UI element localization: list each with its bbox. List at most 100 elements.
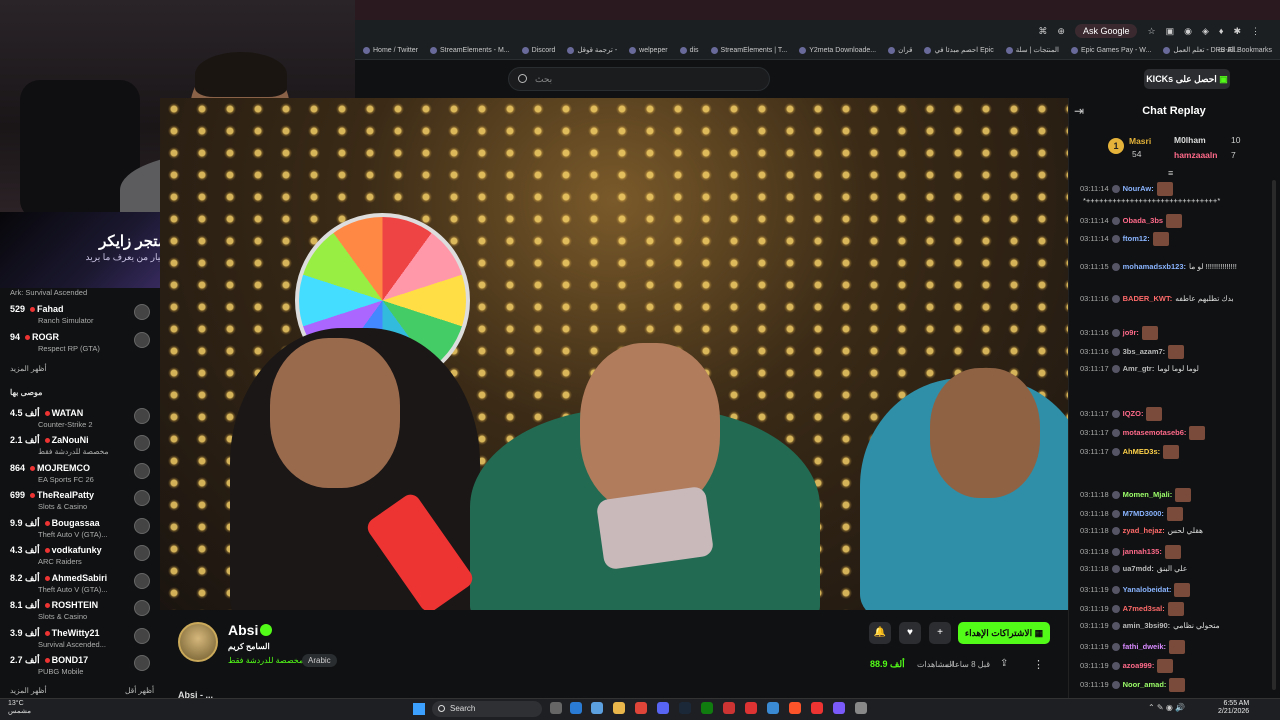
- bookmark-item[interactable]: welpeper: [629, 46, 668, 54]
- sidebar-channel[interactable]: 8.2 ألف AhmedSabiri Theft Auto V (GTA)...: [10, 571, 152, 601]
- puzzle-icon[interactable]: ✱: [1233, 26, 1241, 37]
- star-icon[interactable]: ☆: [1147, 26, 1155, 37]
- youtube-icon[interactable]: [811, 702, 823, 714]
- ask-google-button[interactable]: Ask Google: [1074, 24, 1138, 38]
- extension-icon[interactable]: ◉: [1184, 26, 1192, 37]
- bookmark-item[interactable]: المنتجات | سلة: [1005, 46, 1059, 54]
- chat-username[interactable]: jo9r:: [1123, 328, 1139, 337]
- share-icon[interactable]: ⇪: [1000, 658, 1008, 669]
- chat-username[interactable]: ftom12:: [1123, 234, 1150, 243]
- show-more-link[interactable]: أظهر المزيد: [10, 686, 47, 695]
- sidebar-channel[interactable]: 864 MOJREMCO EA Sports FC 26: [10, 461, 152, 491]
- chrome-icon[interactable]: [635, 702, 647, 714]
- language-badge[interactable]: Arabic: [302, 654, 337, 667]
- sidebar-channel[interactable]: 9.9 ألف Bougassaa Theft Auto V (GTA)...: [10, 516, 152, 546]
- app-icon[interactable]: [723, 702, 735, 714]
- bookmark-item[interactable]: ترجمة قوقل -: [567, 46, 617, 54]
- extension-icon[interactable]: ♦: [1219, 26, 1224, 36]
- more-options-icon[interactable]: ⋮: [1033, 658, 1044, 671]
- adobe-icon[interactable]: [745, 702, 757, 714]
- bookmark-item[interactable]: احصم مبدئا في Epic: [924, 46, 994, 54]
- bookmark-item[interactable]: Epic Games Pay - W...: [1070, 46, 1151, 54]
- show-less-link[interactable]: أظهر أقل: [125, 686, 154, 695]
- chat-scrollbar[interactable]: [1272, 180, 1276, 690]
- all-bookmarks-button[interactable]: ▭ All Bookmarks: [1218, 46, 1272, 55]
- plus-icon[interactable]: +: [929, 622, 951, 644]
- expand-leaderboard-icon[interactable]: ≡: [1168, 168, 1173, 178]
- copilot-icon[interactable]: [591, 702, 603, 714]
- xbox-icon[interactable]: [701, 702, 713, 714]
- sidebar-channel[interactable]: 3.9 ألف TheWitty21 Survival Ascended...: [10, 626, 152, 656]
- task-view-icon[interactable]: [550, 702, 562, 714]
- taskbar-search[interactable]: Search: [432, 701, 542, 717]
- sidebar-channel[interactable]: 2.7 ألف BOND17 PUBG Mobile: [10, 653, 152, 683]
- show-more-link[interactable]: أظهر المزيد: [10, 364, 47, 373]
- chat-username[interactable]: 3bs_azam7:: [1123, 347, 1166, 356]
- chat-username[interactable]: motasemotaseb6:: [1123, 428, 1187, 437]
- chat-username[interactable]: jannah135:: [1123, 547, 1162, 556]
- chat-username[interactable]: amin_3bsi90:: [1123, 621, 1171, 630]
- leader-name[interactable]: M0lham: [1174, 135, 1206, 145]
- translate-icon[interactable]: ⌘: [1038, 26, 1047, 37]
- sidebar-channel[interactable]: 4.5 ألف WATAN Counter-Strike 2: [10, 406, 152, 436]
- chat-username[interactable]: azoa999:: [1123, 661, 1155, 670]
- leader-name[interactable]: hamzaaaln: [1174, 150, 1217, 160]
- chat-username[interactable]: A7med3sal:: [1123, 604, 1165, 613]
- chat-username[interactable]: M7MD3000:: [1123, 509, 1164, 518]
- taskbar-clock[interactable]: 6:55 AM 2/21/2026: [1218, 700, 1249, 716]
- search-input[interactable]: بحث: [508, 67, 770, 91]
- bell-icon[interactable]: 🔔: [869, 622, 891, 644]
- video-player[interactable]: [160, 98, 1068, 610]
- app-icon[interactable]: [833, 702, 845, 714]
- bookmark-item[interactable]: StreamElements - M...: [430, 46, 510, 54]
- chat-username[interactable]: IQZO:: [1123, 409, 1144, 418]
- stream-category[interactable]: مخصصة للدردشة فقط: [228, 656, 303, 665]
- sidebar-channel[interactable]: 94 ROGR Respect RP (GTA): [10, 330, 152, 360]
- chat-username[interactable]: Momen_Mjali:: [1123, 490, 1173, 499]
- chat-username[interactable]: mohamadsxb123:: [1123, 262, 1186, 271]
- heart-icon[interactable]: ♥: [899, 622, 921, 644]
- bookmark-item[interactable]: dis: [679, 46, 699, 54]
- explorer-icon[interactable]: [613, 702, 625, 714]
- edge-icon[interactable]: [570, 702, 582, 714]
- menu-icon[interactable]: ⋮: [1251, 26, 1260, 37]
- channel-name[interactable]: Absi: [228, 622, 258, 638]
- chat-username[interactable]: Amr_gtr:: [1123, 364, 1155, 373]
- chat-username[interactable]: Obada_3bs: [1123, 216, 1163, 225]
- windows-start-icon[interactable]: [413, 703, 425, 715]
- bookmark-icon: [679, 46, 687, 54]
- sidebar-channel[interactable]: 2.1 ألف ZaNouNi مخصصة للدردشة فقط: [10, 433, 152, 463]
- discord-icon[interactable]: [657, 702, 669, 714]
- chat-username[interactable]: ua7mdd:: [1123, 564, 1154, 573]
- zoom-icon[interactable]: ⊕: [1057, 26, 1065, 37]
- chat-username[interactable]: AhMED3s:: [1123, 447, 1161, 456]
- sidebar-channel[interactable]: 8.1 ألف ROSHTEIN Slots & Casino: [10, 598, 152, 628]
- chat-username[interactable]: NourAw:: [1123, 184, 1154, 193]
- system-tray[interactable]: ⌃ ✎ ◉ 🔊: [1148, 703, 1185, 712]
- chat-username[interactable]: Noor_amad:: [1123, 680, 1167, 689]
- chat-username[interactable]: fathi_dweik:: [1123, 642, 1166, 651]
- channel-avatar[interactable]: [178, 622, 218, 662]
- app-icon[interactable]: [767, 702, 779, 714]
- steam-icon[interactable]: [679, 702, 691, 714]
- chat-username[interactable]: zyad_hejaz:: [1123, 526, 1165, 535]
- chat-username[interactable]: BADER_KWT:: [1123, 294, 1173, 303]
- bookmark-item[interactable]: Y2meta Downloade...: [799, 46, 876, 54]
- sidebar-channel[interactable]: 529 Fahad Ranch Simulator: [10, 302, 152, 332]
- sidebar-channel[interactable]: 699 TheRealPatty Slots & Casino: [10, 488, 152, 518]
- bookmark-item[interactable]: StreamElements | T...: [710, 46, 787, 54]
- sidebar-channel[interactable]: 4.3 ألف vodkafunky ARC Raiders: [10, 543, 152, 573]
- brave-icon[interactable]: [789, 702, 801, 714]
- extension-icon[interactable]: ▣: [1166, 26, 1175, 37]
- leader-name[interactable]: Masri: [1129, 136, 1151, 146]
- bookmark-item[interactable]: Discord: [521, 46, 555, 54]
- gift-subscription-button[interactable]: الاشتراكات الإهداء ▦: [958, 622, 1050, 644]
- app-icon[interactable]: [855, 702, 867, 714]
- get-kicks-button[interactable]: KICKs احصل على ▣: [1144, 69, 1230, 89]
- weather-widget[interactable]: 13°C مشمس: [8, 700, 31, 716]
- bookmark-item[interactable]: Home / Twitter: [363, 46, 418, 54]
- extension-icon[interactable]: ◈: [1202, 26, 1209, 37]
- bookmark-item[interactable]: قران: [888, 46, 912, 54]
- chat-message: 03:11:19 amin_3bsi90: متحولي نظامي: [1080, 621, 1276, 631]
- chat-username[interactable]: Yanalobeidat:: [1123, 585, 1172, 594]
